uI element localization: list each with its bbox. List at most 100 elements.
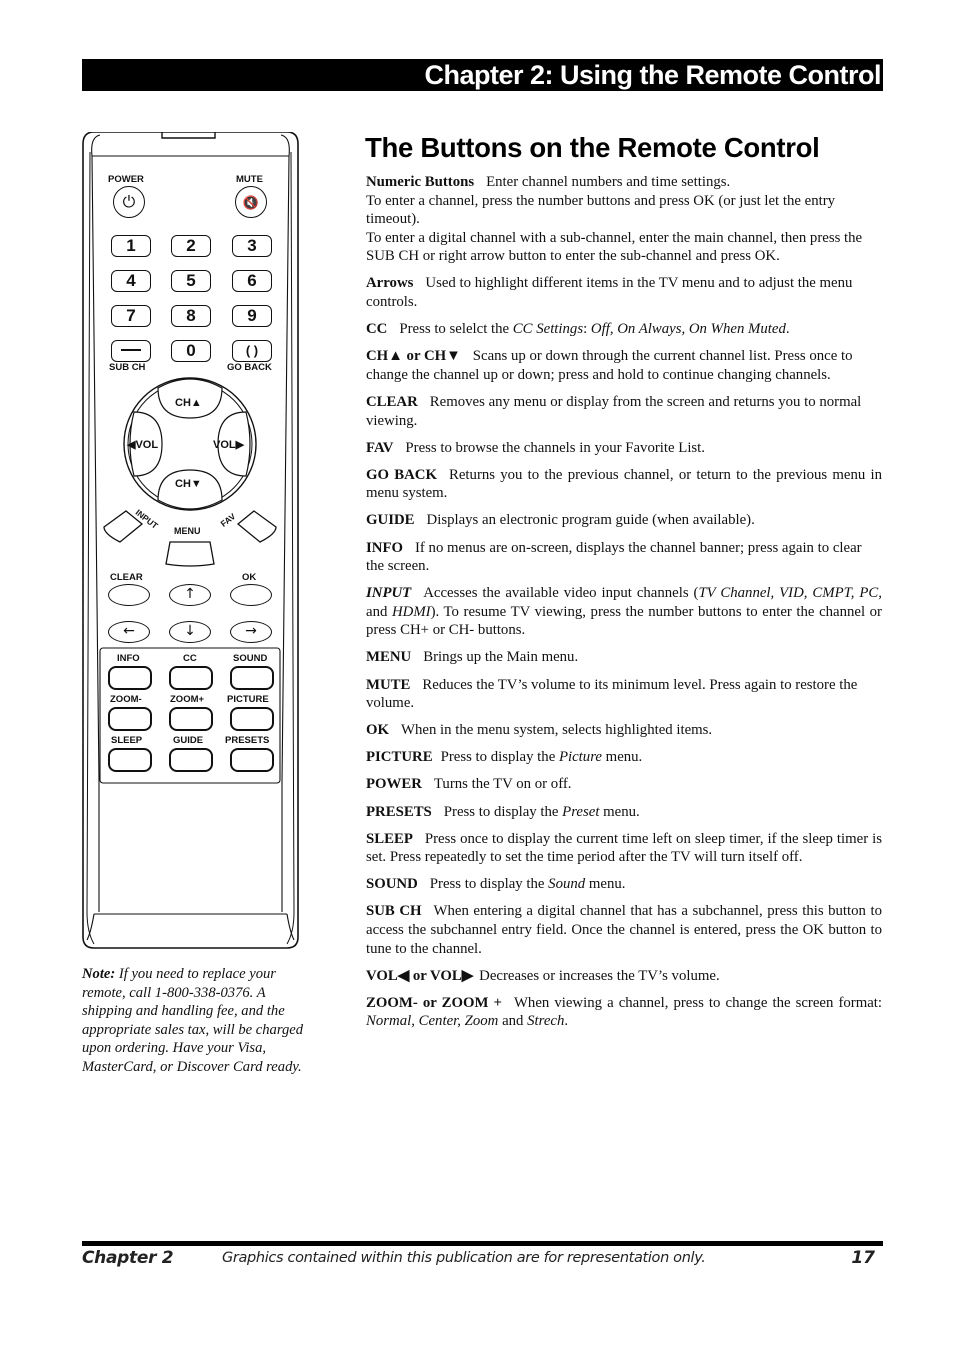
term: Arrows xyxy=(366,275,414,292)
entry-cc: CC Press to selelct the CC Settings: Off,… xyxy=(366,320,882,339)
num-button-6[interactable]: 6 xyxy=(232,270,272,292)
note-text: If you need to replace your remote, call… xyxy=(82,966,304,1075)
mute-button[interactable]: 🔇 xyxy=(235,186,267,218)
desc: Enter channel numbers and time settings. xyxy=(486,174,731,190)
desc: When viewing a channel, press to change … xyxy=(513,994,882,1011)
num-button-3[interactable]: 3 xyxy=(232,235,272,257)
right-arrow-icon: → xyxy=(245,623,257,639)
desc: Turns the TV on or off. xyxy=(433,776,572,793)
term: PRESETS xyxy=(366,803,432,820)
num-button-4[interactable]: 4 xyxy=(111,270,151,292)
chapter-header: Chapter 2: Using the Remote Control xyxy=(82,59,883,91)
picture-label: PICTURE xyxy=(227,694,269,705)
term: SUB CH xyxy=(366,903,422,920)
ch-down-button[interactable]: CH▼ xyxy=(175,478,202,490)
num-button-0[interactable]: 0 xyxy=(171,340,211,362)
desc-italic: Preset xyxy=(562,803,600,820)
up-arrow-icon: ↑ xyxy=(184,586,196,602)
desc: When in the menu system, selects highlig… xyxy=(401,722,713,739)
entry-sub-ch: SUB CH When entering a digital channel th… xyxy=(366,902,882,958)
desc: ). To resume TV viewing, press the numbe… xyxy=(366,603,882,639)
desc-italic: HDMI xyxy=(391,603,431,620)
desc: : xyxy=(583,321,591,338)
desc: and xyxy=(498,1013,528,1030)
entry-input: INPUT Accesses the available video input … xyxy=(366,584,882,640)
term: CH▲ or CH▼ xyxy=(366,348,461,365)
entry-picture: PICTURE Press to display the Picture menu… xyxy=(366,748,882,767)
menu-button[interactable]: MENU xyxy=(174,526,201,536)
num-button-9[interactable]: 9 xyxy=(232,305,272,327)
sub-ch-button[interactable] xyxy=(111,340,151,362)
power-label: POWER xyxy=(108,174,144,185)
desc: Brings up the Main menu. xyxy=(423,649,579,666)
vol-up-button[interactable]: VOL▶ xyxy=(213,438,244,451)
entry-vol: VOL◀ or VOL▶ Decreases or increases the T… xyxy=(366,967,882,986)
num-button-7[interactable]: 7 xyxy=(111,305,151,327)
clear-button[interactable] xyxy=(108,584,150,606)
desc: Press to display the xyxy=(443,803,563,820)
num-button-1[interactable]: 1 xyxy=(111,235,151,257)
guide-label: GUIDE xyxy=(173,735,204,746)
up-arrow-button[interactable]: ↑ xyxy=(169,584,211,606)
page-number: 17 xyxy=(851,1248,875,1268)
num-button-2[interactable]: 2 xyxy=(171,235,211,257)
ch-up-button[interactable]: CH▲ xyxy=(175,397,202,409)
right-arrow-button[interactable]: → xyxy=(230,621,272,643)
info-button[interactable] xyxy=(108,666,152,690)
zoom-plus-button[interactable] xyxy=(169,707,213,731)
down-arrow-icon: ↓ xyxy=(184,623,196,639)
picture-button[interactable] xyxy=(230,707,274,731)
left-arrow-button[interactable]: ← xyxy=(108,621,150,643)
remote-illustration: POWER MUTE ⏻ 🔇 1 2 3 4 5 6 7 8 9 0 ( ) S… xyxy=(82,132,299,949)
desc-italic: Strech xyxy=(527,1013,565,1030)
mute-label: MUTE xyxy=(236,174,263,185)
mute-speaker-icon: 🔇 xyxy=(242,196,260,211)
term: VOL◀ or VOL▶ xyxy=(366,967,474,984)
desc: Used to highlight different items in the… xyxy=(366,275,853,311)
presets-label: PRESETS xyxy=(225,735,270,746)
term: GUIDE xyxy=(366,512,415,529)
num-button-8[interactable]: 8 xyxy=(171,305,211,327)
desc: If no menus are on-screen, displays the … xyxy=(366,539,862,575)
left-arrow-icon: ← xyxy=(123,623,135,639)
power-button[interactable]: ⏻ xyxy=(113,186,145,218)
go-back-label: GO BACK xyxy=(227,362,272,373)
go-back-button[interactable]: ( ) xyxy=(232,340,272,362)
entry-ch: CH▲ or CH▼ Scans up or down through the c… xyxy=(366,347,882,384)
desc: Removes any menu or display from the scr… xyxy=(366,393,862,429)
ok-button[interactable] xyxy=(230,584,272,606)
term: SOUND xyxy=(366,876,418,893)
chapter-title: Chapter 2: Using the Remote Control xyxy=(424,60,881,90)
term: MENU xyxy=(366,649,412,666)
note-label: Note: xyxy=(82,966,116,982)
zoom-minus-button[interactable] xyxy=(108,707,152,731)
desc-italic: Off, On Always, On When Muted xyxy=(590,321,786,338)
cc-button[interactable] xyxy=(169,666,213,690)
cc-label: CC xyxy=(183,653,197,664)
footer-rule xyxy=(82,1241,883,1246)
zoom-plus-label: ZOOM+ xyxy=(170,694,205,705)
entry-go-back: GO BACK Returns you to the previous chann… xyxy=(366,466,882,503)
down-arrow-button[interactable]: ↓ xyxy=(169,621,211,643)
desc: Decreases or increases the TV’s volume. xyxy=(479,967,720,984)
sound-label: SOUND xyxy=(233,653,268,664)
desc: Press once to display the current time l… xyxy=(366,830,882,866)
sound-button[interactable] xyxy=(230,666,274,690)
vol-down-button[interactable]: ◀VOL xyxy=(127,438,158,451)
num-button-5[interactable]: 5 xyxy=(171,270,211,292)
info-label: INFO xyxy=(117,653,140,664)
page-title: The Buttons on the Remote Control xyxy=(365,132,820,163)
entry-zoom: ZOOM- or ZOOM + When viewing a channel, p… xyxy=(366,994,882,1031)
dash-icon xyxy=(121,349,141,352)
page-footer: Chapter 2 Graphics contained within this… xyxy=(82,1248,883,1270)
desc-italic: Picture xyxy=(558,749,602,766)
replacement-note: Note: If you need to replace your remote… xyxy=(82,965,312,1076)
sleep-button[interactable] xyxy=(108,748,152,772)
term: FAV xyxy=(366,439,394,456)
desc-italic: TV Channel, VID, CMPT, PC, xyxy=(698,585,883,602)
presets-button[interactable] xyxy=(230,748,274,772)
guide-button[interactable] xyxy=(169,748,213,772)
entry-mute: MUTE Reduces the TV’s volume to its minim… xyxy=(366,676,882,713)
term: CLEAR xyxy=(366,393,418,410)
desc-italic: CC Settings xyxy=(512,321,584,338)
